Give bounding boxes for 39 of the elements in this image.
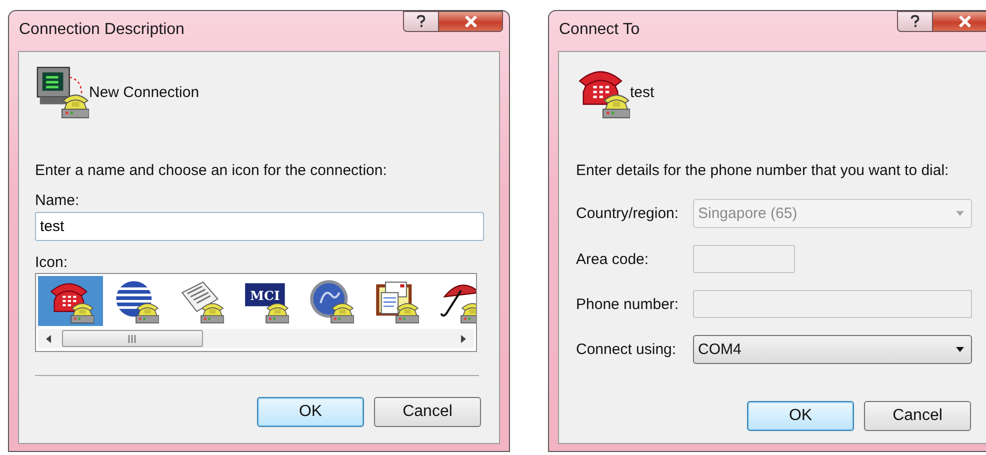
dropdown[interactable]: COM4 <box>693 335 972 364</box>
connection-name: New Connection <box>89 84 200 100</box>
grip-icon <box>128 334 137 342</box>
computer-telephone-icon <box>35 65 89 119</box>
ok-button[interactable]: OK <box>747 401 854 431</box>
window-title: Connection Description <box>19 21 184 39</box>
close-button[interactable] <box>439 11 503 32</box>
emblem-icon <box>308 278 354 324</box>
instruction-text: Enter details for the phone number that you want to dial: <box>576 162 950 179</box>
scrollbar-thumb[interactable] <box>62 330 203 347</box>
icon-list[interactable]: MCI <box>35 273 477 352</box>
field-label: Icon: <box>35 254 69 271</box>
close-button[interactable] <box>933 11 986 32</box>
icon-option[interactable] <box>38 276 103 326</box>
help-button[interactable] <box>897 11 933 32</box>
close-icon <box>958 15 972 28</box>
logo-text: MCI <box>250 288 280 303</box>
ok-button[interactable]: OK <box>257 397 364 427</box>
help-icon <box>909 15 921 28</box>
dropdown-arrow-icon <box>955 346 965 352</box>
cancel-button[interactable]: Cancel <box>864 401 971 431</box>
help-button[interactable] <box>403 11 439 32</box>
field-label: Area code: <box>576 250 650 268</box>
cancel-button[interactable]: Cancel <box>374 397 481 427</box>
field-label: Country/region: <box>576 205 680 222</box>
field-label: Name: <box>35 192 80 209</box>
instruction-text: Enter a name and choose an icon for the connection: <box>35 162 388 179</box>
dropdown-arrow-icon <box>955 210 965 216</box>
field-label: Phone number: <box>576 296 680 312</box>
close-icon <box>464 15 478 28</box>
field-label: Connect using: <box>576 341 678 358</box>
name-field[interactable]: test <box>35 212 484 241</box>
window-title: Connect To <box>559 21 640 39</box>
help-icon <box>415 15 427 28</box>
horizontal-scrollbar[interactable] <box>38 329 474 348</box>
scroll-left-icon[interactable] <box>46 334 52 342</box>
connection-name: test <box>630 84 654 100</box>
scroll-right-icon[interactable] <box>460 334 466 342</box>
icon-option[interactable]: MCI <box>233 276 298 326</box>
